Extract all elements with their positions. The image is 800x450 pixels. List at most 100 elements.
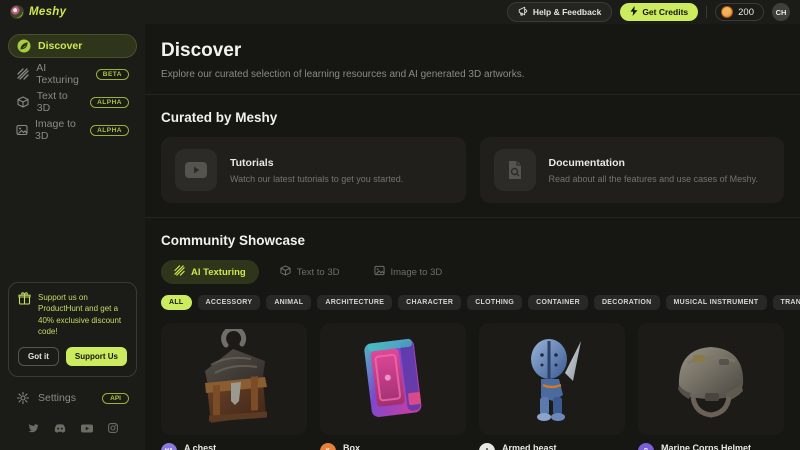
tab-label: Text to 3D — [297, 267, 340, 278]
sidebar-bottom: Support us on ProductHunt and get a 40% … — [0, 274, 145, 450]
promo-text: Support us on ProductHunt and get a 40% … — [38, 292, 127, 338]
producthunt-promo: Support us on ProductHunt and get a 40% … — [8, 282, 137, 377]
play-icon — [175, 149, 217, 191]
youtube-icon[interactable] — [81, 420, 93, 438]
showcase-item-box[interactable]: K Box Knight42 — [320, 323, 466, 450]
texture-hatch-icon — [16, 67, 29, 81]
document-icon — [494, 149, 536, 191]
beta-badge: BETA — [96, 69, 129, 80]
sidebar-item-label: Image to 3D — [35, 118, 83, 142]
showcase-image-box — [320, 323, 466, 435]
tab-ai-texturing[interactable]: AI Texturing — [161, 260, 259, 284]
alpha-badge: ALPHA — [90, 97, 129, 108]
credit-balance[interactable]: 200 — [715, 3, 764, 21]
item-title: Armed beast — [502, 443, 557, 450]
sidebar-item-discover[interactable]: Discover — [8, 34, 137, 58]
showcase-item-helmet[interactable]: P Marine Corps Helmet Proton — [638, 323, 784, 450]
section-divider — [145, 94, 800, 95]
discover-icon — [17, 39, 31, 53]
filter-decoration[interactable]: DECORATION — [594, 295, 660, 310]
alpha-badge: ALPHA — [90, 125, 129, 136]
megaphone-icon — [518, 6, 528, 18]
tutorials-card[interactable]: Tutorials Watch our latest tutorials to … — [161, 137, 466, 203]
sidebar: Discover AI Texturing BETA Text to 3D AL… — [0, 24, 145, 450]
meshy-logo-icon — [10, 5, 24, 19]
showcase-item-armed-beast[interactable]: A Armed beast AvAR — [479, 323, 625, 450]
meshy-logo-text: Meshy — [29, 6, 66, 18]
get-credits-label: Get Credits — [642, 7, 688, 17]
showcase-tabs: AI Texturing Text to 3D Image to 3D — [161, 260, 784, 284]
item-title: Box — [343, 443, 373, 450]
curated-cards: Tutorials Watch our latest tutorials to … — [161, 137, 784, 203]
cube-icon — [280, 265, 291, 279]
credit-amount: 200 — [738, 7, 754, 18]
documentation-card[interactable]: Documentation Read about all the feature… — [480, 137, 785, 203]
texture-hatch-icon — [174, 265, 185, 279]
sidebar-item-label: AI Texturing — [36, 62, 88, 86]
sidebar-item-image-to-3d[interactable]: Image to 3D ALPHA — [8, 118, 137, 142]
page-title: Discover — [161, 40, 784, 62]
header-divider — [706, 6, 707, 18]
filter-character[interactable]: CHARACTER — [398, 295, 461, 310]
sidebar-item-ai-texturing[interactable]: AI Texturing BETA — [8, 62, 137, 86]
page-subtitle: Explore our curated selection of learnin… — [161, 69, 784, 80]
showcase-item-chest[interactable]: HA A chest Hannah — [161, 323, 307, 450]
discord-icon[interactable] — [54, 420, 66, 438]
main-content: Discover Explore our curated selection o… — [145, 24, 800, 450]
get-credits-button[interactable]: Get Credits — [620, 3, 698, 21]
lightning-icon — [630, 6, 638, 18]
got-it-button[interactable]: Got it — [18, 347, 59, 366]
author-avatar[interactable]: K — [320, 443, 336, 450]
sidebar-item-label: Text to 3D — [37, 90, 83, 114]
showcase-image-helmet — [638, 323, 784, 435]
tab-text-to-3d[interactable]: Text to 3D — [267, 260, 353, 284]
top-bar: Meshy Help & Feedback Get Credits 200 CH — [0, 0, 800, 24]
filter-animal[interactable]: ANIMAL — [266, 295, 311, 310]
settings-label: Settings — [38, 392, 76, 404]
cube-icon — [16, 95, 30, 109]
author-avatar[interactable]: A — [479, 443, 495, 450]
showcase-image-chest — [161, 323, 307, 435]
category-filters: ALL ACCESSORY ANIMAL ARCHITECTURE CHARAC… — [161, 295, 784, 310]
instagram-icon[interactable] — [108, 420, 118, 438]
filter-musical-instrument[interactable]: MUSICAL INSTRUMENT — [666, 295, 767, 310]
tab-label: Image to 3D — [391, 267, 443, 278]
gear-icon — [16, 391, 30, 405]
sidebar-item-label: Discover — [38, 40, 82, 52]
help-feedback-button[interactable]: Help & Feedback — [507, 2, 613, 22]
social-links — [0, 411, 145, 450]
sidebar-item-settings[interactable]: Settings API — [0, 385, 145, 411]
api-badge: API — [102, 393, 129, 404]
showcase-grid: HA A chest Hannah — [161, 323, 784, 450]
curated-heading: Curated by Meshy — [161, 110, 784, 125]
filter-container[interactable]: CONTAINER — [528, 295, 588, 310]
card-desc: Read about all the features and use case… — [549, 174, 758, 184]
tab-label: AI Texturing — [191, 267, 246, 278]
tab-image-to-3d[interactable]: Image to 3D — [361, 260, 456, 284]
twitter-icon[interactable] — [28, 420, 39, 438]
support-us-button[interactable]: Support Us — [66, 347, 127, 366]
image-icon — [374, 265, 385, 279]
user-avatar[interactable]: CH — [772, 3, 790, 21]
filter-architecture[interactable]: ARCHITECTURE — [317, 295, 392, 310]
card-desc: Watch our latest tutorials to get you st… — [230, 174, 403, 184]
item-title: A chest — [184, 443, 216, 450]
gift-icon — [18, 292, 31, 338]
app-root: Meshy Help & Feedback Get Credits 200 CH — [0, 0, 800, 450]
author-avatar[interactable]: P — [638, 443, 654, 450]
filter-transportation[interactable]: TRANSPORTATION — [773, 295, 800, 310]
item-title: Marine Corps Helmet — [661, 443, 751, 450]
meshy-logo[interactable]: Meshy — [10, 5, 66, 19]
coin-icon — [721, 6, 733, 18]
card-title: Tutorials — [230, 157, 403, 169]
sidebar-item-text-to-3d[interactable]: Text to 3D ALPHA — [8, 90, 137, 114]
card-title: Documentation — [549, 157, 758, 169]
filter-clothing[interactable]: CLOTHING — [467, 295, 522, 310]
filter-all[interactable]: ALL — [161, 295, 192, 310]
author-avatar[interactable]: HA — [161, 443, 177, 450]
showcase-heading: Community Showcase — [161, 233, 784, 248]
header-actions: Help & Feedback Get Credits 200 CH — [507, 2, 790, 22]
showcase-image-armed-beast — [479, 323, 625, 435]
section-divider — [145, 217, 800, 218]
filter-accessory[interactable]: ACCESSORY — [198, 295, 261, 310]
